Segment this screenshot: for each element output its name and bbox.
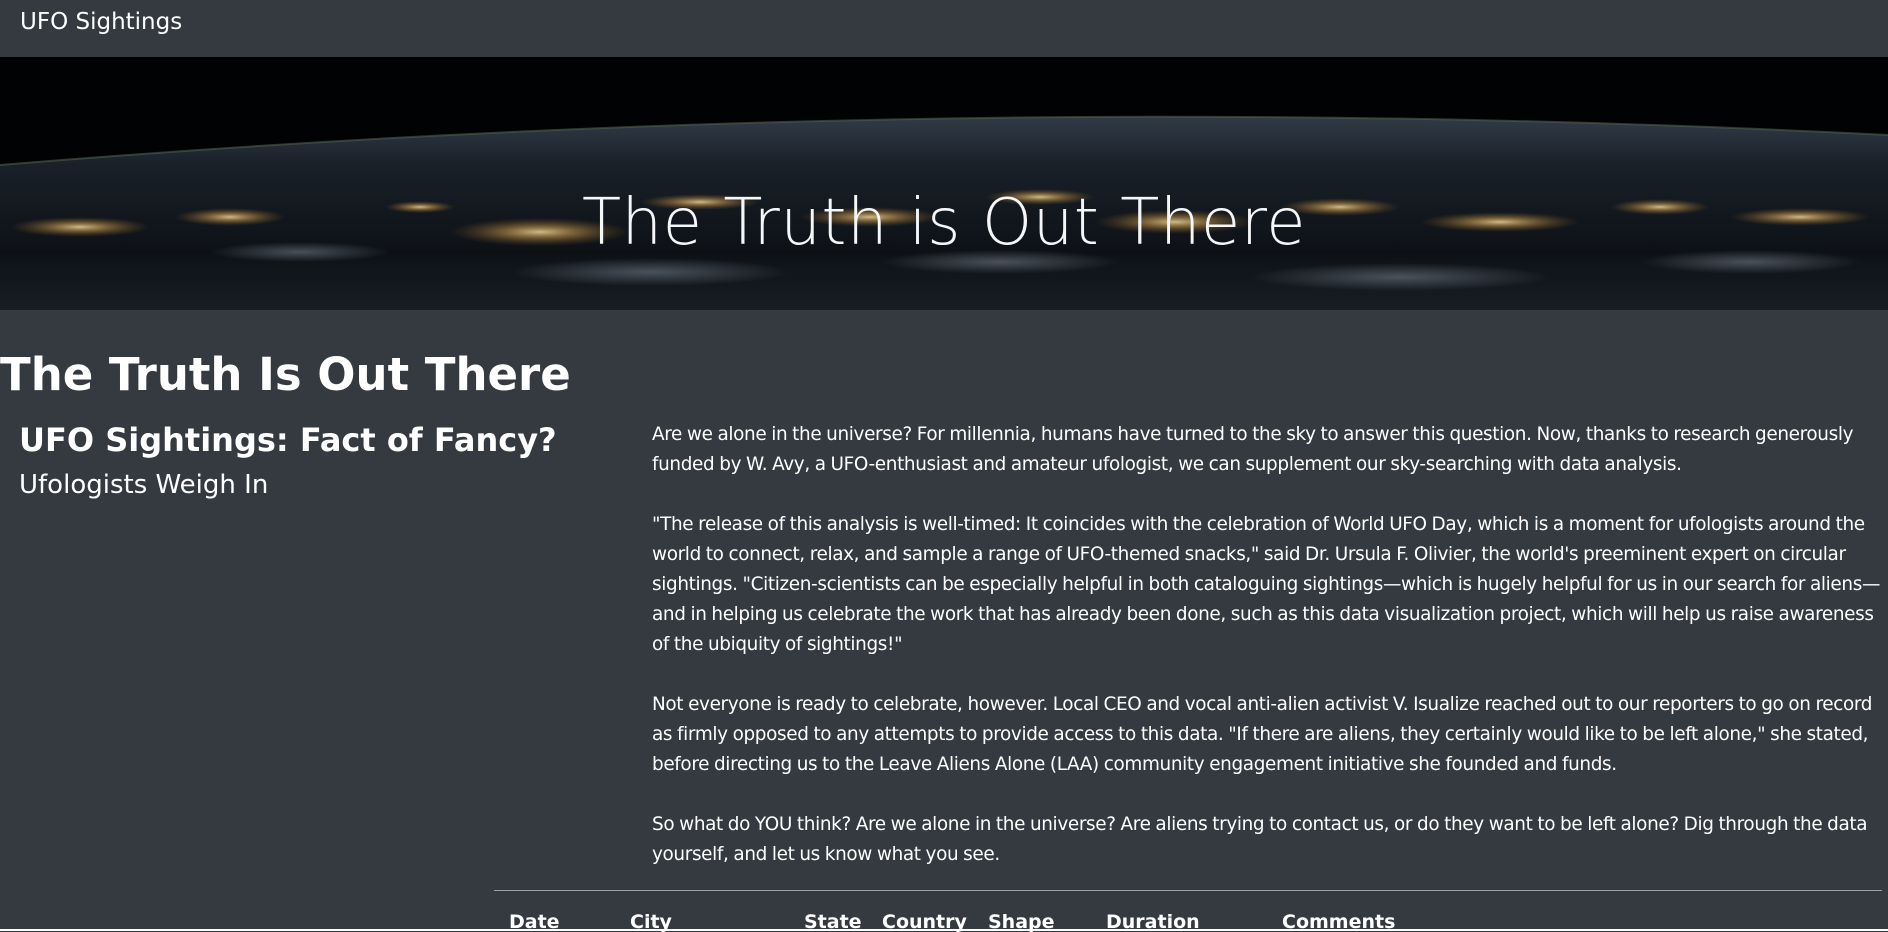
article-subheading: UFO Sightings: Fact of Fancy? (19, 421, 557, 459)
earth-at-night-image (0, 57, 1888, 310)
article-body: Are we alone in the universe? For millen… (652, 420, 1884, 900)
article-paragraph: Not everyone is ready to celebrate, howe… (652, 694, 1873, 775)
sightings-table-container: Date City State Country Shape Duration C… (494, 890, 1882, 932)
table-header-row: Date City State Country Shape Duration C… (494, 891, 1482, 932)
article-paragraph: "The release of this analysis is well-ti… (652, 514, 1880, 655)
navbar: UFO Sightings (0, 0, 1888, 57)
sightings-table: Date City State Country Shape Duration C… (494, 891, 1482, 932)
column-header-shape: Shape (988, 911, 1055, 932)
column-header-duration: Duration (1106, 911, 1200, 932)
article-subsubheading: Ufologists Weigh In (19, 470, 269, 500)
column-header-date: Date (509, 911, 560, 932)
navbar-brand-link[interactable]: UFO Sightings (20, 9, 182, 35)
column-header-country: Country (882, 911, 967, 932)
hero-title: The Truth is Out There (581, 185, 1307, 260)
article-paragraph: Are we alone in the universe? For millen… (652, 424, 1854, 475)
column-header-comments: Comments (1282, 911, 1396, 932)
column-header-state: State (804, 911, 862, 932)
column-header-city: City (630, 911, 672, 932)
hero-banner: The Truth is Out There (0, 57, 1888, 310)
article-paragraph: So what do YOU think? Are we alone in th… (652, 814, 1868, 865)
page-title: The Truth Is Out There (0, 348, 571, 401)
